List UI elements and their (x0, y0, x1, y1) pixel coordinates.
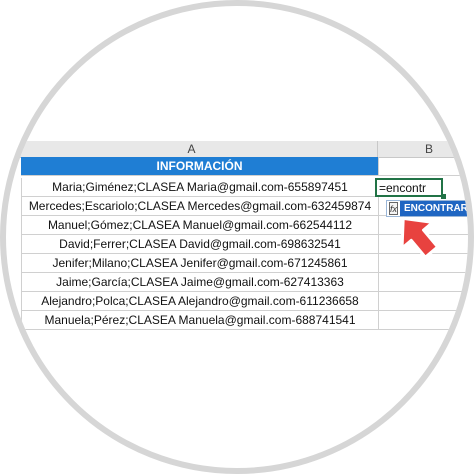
cell-a-row[interactable]: Manuela;Pérez;CLASEA Manuela@gmail.com-6… (21, 311, 378, 330)
column-header-b[interactable]: B (378, 141, 468, 158)
column-header-a[interactable]: A (6, 141, 378, 158)
cell-b-row[interactable] (378, 273, 468, 292)
cell-b-header-empty[interactable] (378, 157, 468, 176)
cell-a-row[interactable]: Jenifer;Milano;CLASEA Jenifer@gmail.com-… (21, 254, 378, 273)
formula-edit-cell[interactable]: =encontr (375, 178, 443, 197)
cell-a-row[interactable]: Maria;Giménez;CLASEA Maria@gmail.com-655… (21, 178, 378, 197)
formula-text: =encontr (379, 180, 427, 195)
cell-a-row[interactable]: David;Ferrer;CLASEA David@gmail.com-6986… (21, 235, 378, 254)
cell-b-row[interactable] (378, 292, 468, 311)
informacion-header-cell[interactable]: INFORMACIÓN (21, 157, 378, 176)
cell-a-row[interactable]: Manuel;Gómez;CLASEA Manuel@gmail.com-662… (21, 216, 378, 235)
cell-b-row[interactable] (378, 311, 468, 330)
pointer-arrow-icon (400, 216, 440, 259)
spreadsheet: A B INFORMACIÓN Maria;Giménez;CLASEA Mar… (6, 6, 468, 468)
cell-a-row[interactable]: Jaime;García;CLASEA Jaime@gmail.com-6274… (21, 273, 378, 292)
cell-a-row[interactable]: Mercedes;Escariolo;CLASEA Mercedes@gmail… (21, 197, 378, 216)
fill-handle[interactable] (441, 194, 446, 199)
circular-frame: A B INFORMACIÓN Maria;Giménez;CLASEA Mar… (0, 0, 474, 474)
cell-a-row[interactable]: Alejandro;Polca;CLASEA Alejandro@gmail.c… (21, 292, 378, 311)
